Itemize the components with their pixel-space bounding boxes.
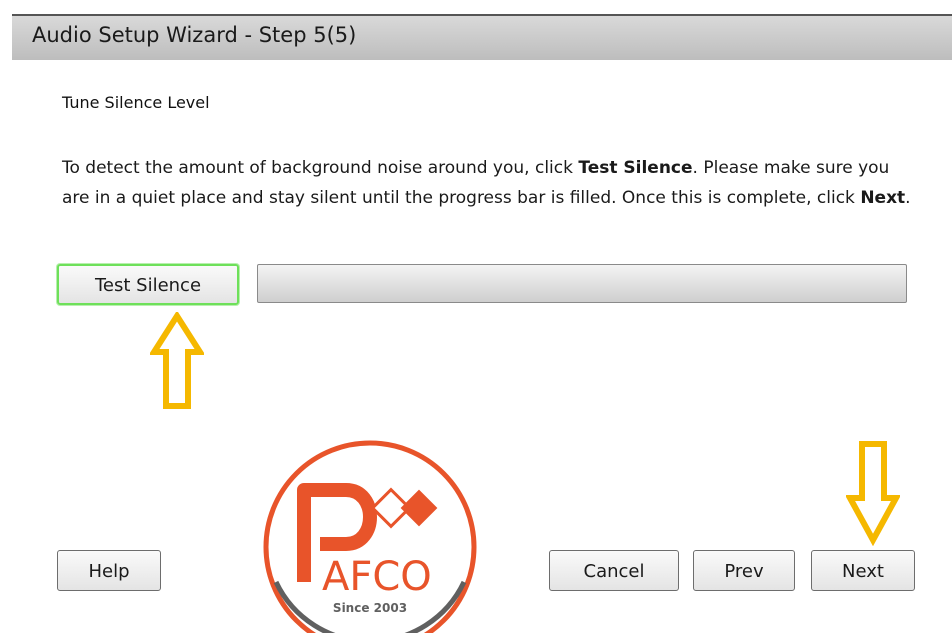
instruction-bold-next: Next (860, 188, 906, 208)
section-heading: Tune Silence Level (62, 93, 210, 112)
dialog-titlebar[interactable]: Audio Setup Wizard - Step 5(5) (12, 14, 952, 60)
silence-progress-bar (257, 264, 907, 303)
instruction-text: To detect the amount of background noise… (62, 153, 922, 213)
arrow-down-outline-icon (846, 441, 900, 546)
pafco-watermark-logo: AFCO Since 2003 (260, 432, 479, 637)
instruction-part-3: . (905, 188, 911, 208)
prev-button[interactable]: Prev (693, 550, 795, 591)
cancel-button[interactable]: Cancel (549, 550, 679, 591)
arrow-up-outline-icon (150, 312, 204, 409)
instruction-bold-test-silence: Test Silence (578, 158, 693, 178)
page-top-margin (0, 0, 952, 14)
dialog-title: Audio Setup Wizard - Step 5(5) (32, 23, 357, 47)
logo-brand-letters: AFCO (322, 554, 432, 600)
pafco-logo-graphic: AFCO Since 2003 (263, 440, 477, 637)
test-silence-button[interactable]: Test Silence (57, 264, 239, 305)
instruction-part-1: To detect the amount of background noise… (62, 158, 579, 178)
help-button[interactable]: Help (57, 550, 161, 591)
logo-since-text: Since 2003 (333, 601, 407, 615)
next-button[interactable]: Next (811, 550, 915, 591)
